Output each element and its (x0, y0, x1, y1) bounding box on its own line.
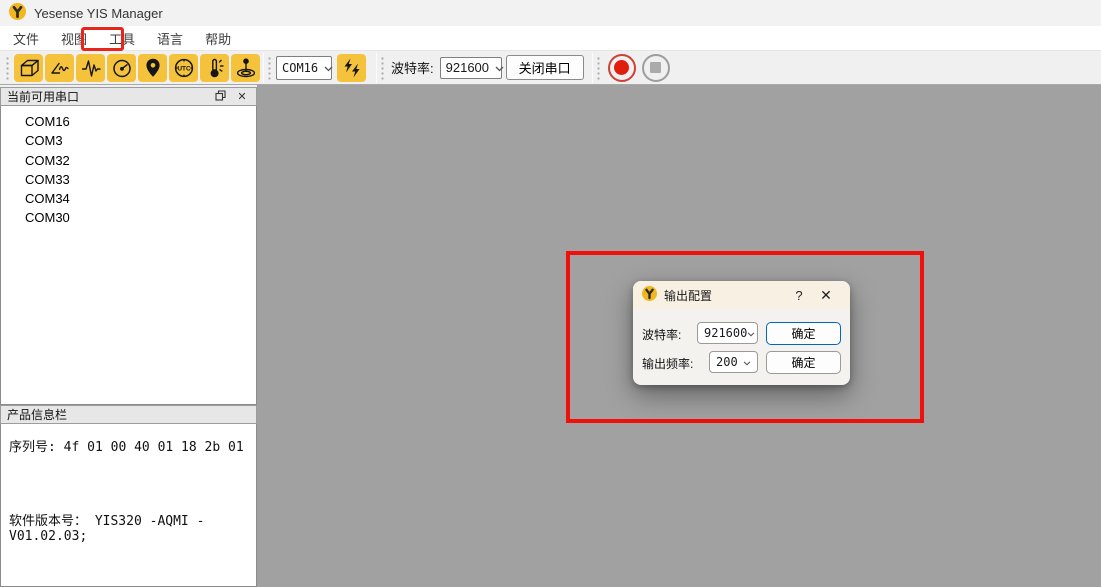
chevron-down-icon (324, 60, 333, 75)
float-window-icon (215, 90, 226, 104)
dialog-rate-select[interactable]: 200 (709, 351, 758, 373)
gauge-icon (110, 56, 134, 80)
attitude-button[interactable] (45, 54, 74, 82)
dialog-rate-label: 输出频率: (642, 355, 693, 372)
title-bar: Yesense YIS Manager (0, 0, 1101, 26)
lightning-refresh-icon (340, 56, 364, 80)
app-logo-icon (9, 3, 26, 23)
location-button[interactable] (138, 54, 167, 82)
software-version-line: 软件版本号： YIS320 -AQMI -V01.02.03; (9, 510, 248, 544)
output-config-dialog: 输出配置 ? ✕ 波特率: 921600 确定 输出频率: 200 确定 (633, 281, 850, 385)
info-panel-header: 产品信息栏 (0, 405, 257, 424)
dialog-rate-value: 200 (716, 355, 738, 369)
close-icon: ✕ (237, 90, 246, 103)
record-button[interactable] (608, 54, 636, 82)
dialog-rate-ok-button[interactable]: 确定 (766, 351, 841, 374)
beacon-button[interactable] (231, 54, 260, 82)
toolbar-separator (592, 53, 593, 83)
float-panel-button[interactable] (212, 89, 228, 104)
dialog-logo-icon (642, 286, 657, 304)
chevron-down-icon (747, 326, 755, 340)
port-list-item[interactable]: COM16 (1, 112, 256, 131)
menu-help[interactable]: 帮助 (194, 26, 242, 51)
menu-view[interactable]: 视图 (50, 26, 98, 51)
port-list-item[interactable]: COM33 (1, 170, 256, 189)
toolbar-separator (263, 53, 264, 83)
baud-rate-label: 波特率: (391, 58, 434, 77)
toolbar-drag-handle[interactable] (380, 56, 385, 80)
product-info-area: 序列号: 4f 01 00 40 01 18 2b 01 软件版本号： YIS3… (0, 424, 257, 587)
attitude-wave-icon (48, 56, 72, 80)
info-panel-title: 产品信息栏 (7, 406, 67, 423)
window-title: Yesense YIS Manager (34, 6, 163, 21)
dialog-baud-select[interactable]: 921600 (697, 322, 758, 344)
thermometer-icon (203, 56, 227, 80)
cube-3d-icon (17, 56, 41, 80)
ports-panel-header: 当前可用串口 ✕ (0, 87, 257, 106)
baud-rate-value: 921600 (446, 60, 489, 75)
toolbar-drag-handle[interactable] (596, 56, 601, 80)
serial-number-line: 序列号: 4f 01 00 40 01 18 2b 01 (9, 436, 248, 455)
port-select-value: COM16 (282, 61, 318, 75)
left-dock: 当前可用串口 ✕ COM16 COM3 COM32 COM33 COM34 CO… (0, 85, 257, 587)
thermometer-button[interactable] (200, 54, 229, 82)
svg-text:UTC: UTC (177, 65, 191, 72)
chevron-down-icon (495, 60, 504, 75)
toolbar-drag-handle[interactable] (5, 56, 10, 80)
menu-file[interactable]: 文件 (2, 26, 50, 51)
toolbar-separator (376, 53, 377, 83)
gauge-button[interactable] (107, 54, 136, 82)
dialog-close-button[interactable]: ✕ (811, 287, 841, 304)
close-serial-port-button[interactable]: 关闭串口 (506, 55, 584, 80)
stop-icon (650, 62, 661, 73)
baud-rate-select[interactable]: 921600 (440, 57, 502, 79)
dialog-baud-ok-button[interactable]: 确定 (766, 322, 841, 345)
beacon-icon (234, 56, 258, 80)
menu-bar: 文件 视图 工具 语言 帮助 (0, 26, 1101, 51)
port-list: COM16 COM3 COM32 COM33 COM34 COM30 (0, 106, 257, 405)
menu-language[interactable]: 语言 (146, 26, 194, 51)
port-list-item[interactable]: COM30 (1, 208, 256, 227)
utc-clock-button[interactable]: UTC (169, 54, 198, 82)
toolbar-drag-handle[interactable] (267, 56, 272, 80)
dialog-help-button[interactable]: ? (787, 288, 811, 303)
menu-tools[interactable]: 工具 (98, 26, 146, 51)
port-list-item[interactable]: COM32 (1, 151, 256, 170)
ports-panel-title: 当前可用串口 (7, 88, 79, 105)
utc-clock-icon: UTC (172, 56, 196, 80)
location-pin-icon (141, 56, 165, 80)
stop-button[interactable] (642, 54, 670, 82)
port-select[interactable]: COM16 (276, 56, 332, 80)
port-list-item[interactable]: COM34 (1, 189, 256, 208)
dialog-title-bar: 输出配置 ? ✕ (633, 281, 850, 309)
close-panel-button[interactable]: ✕ (234, 89, 250, 104)
dialog-title: 输出配置 (664, 287, 712, 304)
3d-view-button[interactable] (14, 54, 43, 82)
dialog-baud-label: 波特率: (642, 326, 681, 343)
waveform-button[interactable] (76, 54, 105, 82)
chevron-down-icon (743, 355, 751, 369)
refresh-ports-button[interactable] (337, 54, 366, 82)
dialog-baud-value: 921600 (704, 326, 747, 340)
waveform-icon (79, 56, 103, 80)
app-window: Yesense YIS Manager 文件 视图 工具 语言 帮助 (0, 0, 1101, 587)
port-list-item[interactable]: COM3 (1, 131, 256, 150)
toolbar: UTC COM16 波 (0, 51, 1101, 85)
record-icon (614, 60, 629, 75)
